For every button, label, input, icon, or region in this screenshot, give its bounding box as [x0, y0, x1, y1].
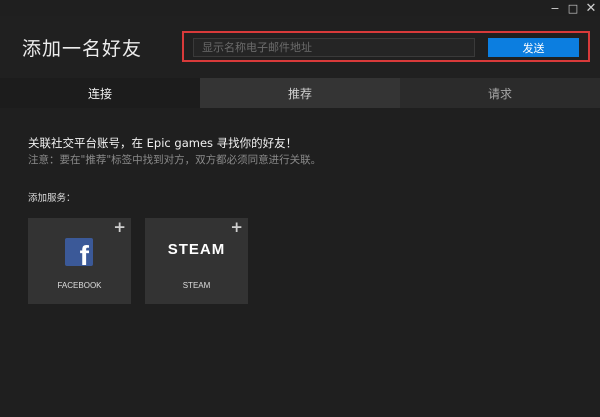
add-facebook-plus-icon[interactable]: +: [113, 220, 126, 235]
connect-message: 关联社交平台账号，在 Epic games 寻找你的好友！: [28, 136, 298, 150]
steam-service-name: STEAM: [182, 281, 211, 290]
title-bar: − □ ✕: [0, 0, 600, 16]
tab-connect[interactable]: 连接: [0, 78, 200, 108]
tab-suggestions[interactable]: 推荐: [200, 78, 400, 108]
connect-panel: 关联社交平台账号，在 Epic games 寻找你的好友！ 注意：要在"推荐"标…: [0, 108, 600, 417]
maximize-button[interactable]: □: [564, 0, 582, 16]
add-steam-plus-icon[interactable]: +: [230, 220, 243, 235]
add-friend-form: 发送: [182, 31, 590, 62]
page-title: 添加一名好友: [22, 38, 143, 60]
facebook-service-card[interactable]: + f FACEBOOK: [28, 218, 131, 304]
header: 添加一名好友 发送: [0, 16, 600, 78]
services-label: 添加服务：: [28, 193, 76, 204]
facebook-icon: f: [65, 238, 93, 266]
connect-note: 注意：要在"推荐"标签中找到对方，双方都必须同意进行关联。: [28, 154, 322, 166]
steam-logo: STEAM: [167, 241, 226, 258]
close-button[interactable]: ✕: [582, 0, 600, 16]
tab-requests[interactable]: 请求: [400, 78, 600, 108]
steam-service-card[interactable]: + STEAM STEAM: [145, 218, 248, 304]
facebook-logo-letter: f: [79, 240, 89, 267]
facebook-service-name: FACEBOOK: [57, 281, 102, 290]
minimize-button[interactable]: −: [546, 0, 564, 16]
send-button[interactable]: 发送: [488, 38, 579, 57]
tab-bar: 连接 推荐 请求: [0, 78, 600, 108]
display-name-email-input[interactable]: [193, 38, 475, 57]
